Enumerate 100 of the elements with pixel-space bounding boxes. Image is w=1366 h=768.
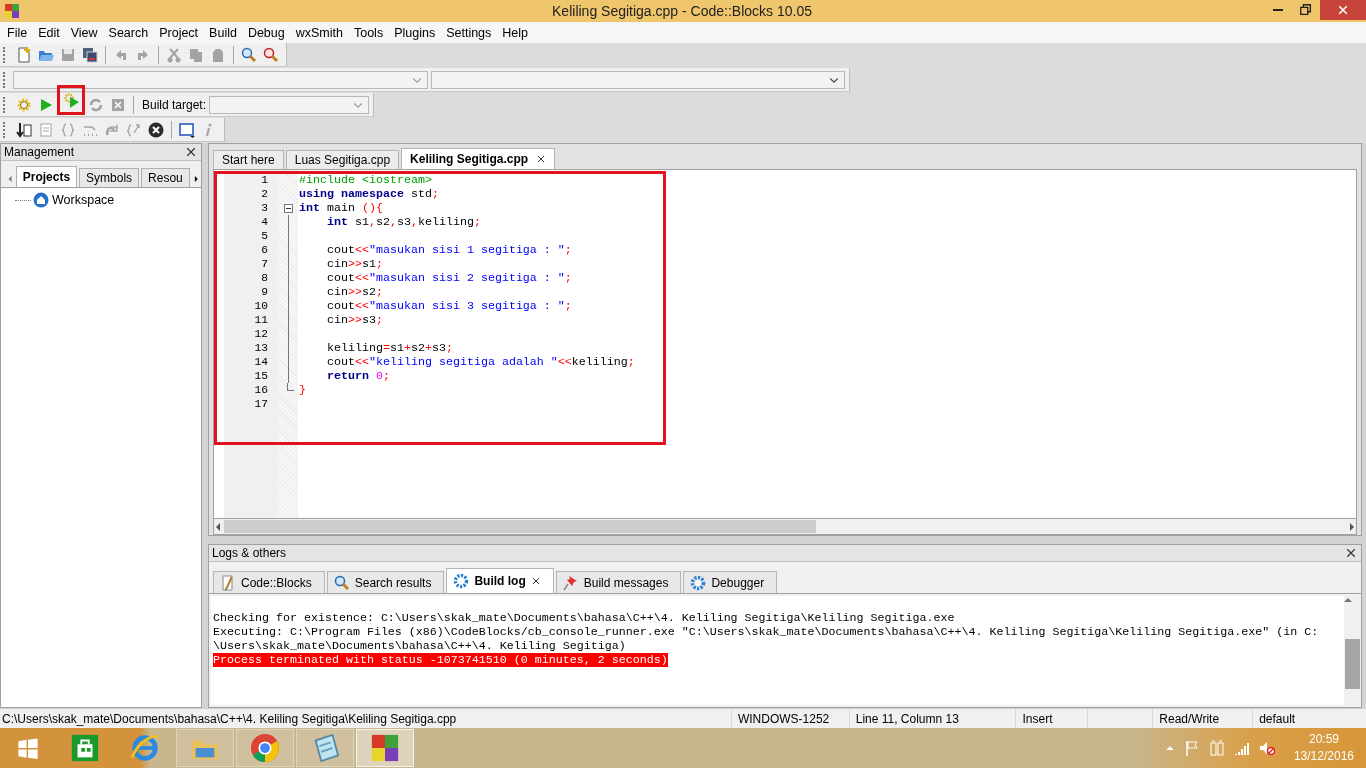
browser-icon xyxy=(250,733,280,763)
code-line: int main (){ xyxy=(299,201,384,215)
tab[interactable]: Keliling Segitiga.cpp xyxy=(401,148,556,169)
search-icon xyxy=(333,574,350,591)
line-number: 14 xyxy=(253,355,268,369)
line-number: 6 xyxy=(260,243,268,257)
tab[interactable]: Debugger xyxy=(683,571,778,593)
window-icon[interactable] xyxy=(179,121,195,138)
arrow-page-icon[interactable] xyxy=(16,121,32,138)
taskbar-button[interactable] xyxy=(296,729,354,767)
line-number: 12 xyxy=(253,327,268,341)
windows-logo-icon[interactable] xyxy=(17,737,39,759)
menu-item[interactable]: Debug xyxy=(242,25,291,40)
tab[interactable]: Symbols xyxy=(79,168,140,187)
menu-item[interactable]: Tools xyxy=(348,25,390,40)
gear-icon[interactable] xyxy=(16,96,32,113)
code-line: cin>>s2; xyxy=(326,285,384,299)
code-line: keliling=s1+s2+s3; xyxy=(326,341,454,355)
clock-date: 13/12/2016 xyxy=(1293,748,1354,765)
line-number: 17 xyxy=(253,397,268,411)
save-all-icon[interactable] xyxy=(82,46,98,63)
restore-icon xyxy=(1299,3,1313,17)
line-number: 9 xyxy=(260,285,268,299)
search-icon[interactable] xyxy=(241,46,257,63)
shopping-bag-icon xyxy=(70,733,100,763)
speaker-muted-icon[interactable] xyxy=(1258,740,1275,756)
tab[interactable]: Code::Blocks xyxy=(213,571,325,593)
tab[interactable]: Start here xyxy=(213,150,284,169)
menu-item[interactable]: Edit xyxy=(33,25,66,40)
flag-icon[interactable] xyxy=(1183,740,1200,756)
menu-item[interactable]: File xyxy=(2,25,34,40)
tab[interactable]: Build log xyxy=(446,568,554,593)
up-arrow-icon[interactable] xyxy=(1344,596,1352,604)
menu-item[interactable]: Help xyxy=(497,25,535,40)
code-line: cin>>s3; xyxy=(326,313,384,327)
line-number: 5 xyxy=(260,229,268,243)
dropdown[interactable] xyxy=(13,70,429,89)
line-number: 1 xyxy=(260,173,268,187)
close-icon[interactable] xyxy=(1345,547,1357,559)
tab[interactable]: Resou xyxy=(141,168,190,187)
menu-item[interactable]: Search xyxy=(103,25,155,40)
taskbar-button[interactable] xyxy=(236,729,294,767)
code-line: } xyxy=(299,383,307,397)
pushpin-icon xyxy=(562,574,579,591)
code-line: cout<<"keliling segitiga adalah "<<keliling; xyxy=(326,355,636,369)
dropdown[interactable] xyxy=(431,70,845,89)
menu-item[interactable]: wxSmith xyxy=(290,25,349,40)
tab[interactable]: Luas Segitiga.cpp xyxy=(285,150,400,169)
minimize-icon xyxy=(1273,9,1283,11)
close-icon[interactable] xyxy=(530,576,541,586)
house-icon xyxy=(33,192,49,208)
replace-icon[interactable] xyxy=(263,46,279,63)
stop-circle-icon[interactable] xyxy=(148,121,164,138)
globe-icon xyxy=(130,733,160,763)
tab[interactable]: Search results xyxy=(326,571,445,593)
gear-play-icon[interactable] xyxy=(63,92,79,108)
log-line: Executing: C:\Program Files (x86)\CodeBlocks/cb_console_runner.exe "C:\Users\skak_mate\Documents\bahasa\C++\4. Keliling Segitiga\Keliling Segitiga.exe" (in C: xyxy=(213,625,1319,639)
code-line: return 0; xyxy=(326,369,391,383)
new-file-icon[interactable] xyxy=(16,46,32,63)
menu-item[interactable]: Project xyxy=(154,25,205,40)
line-number: 3 xyxy=(260,201,268,215)
clock-time: 20:59 xyxy=(1308,731,1339,748)
window-title: Keliling Segitiga.cpp - Code::Blocks 10.05 xyxy=(551,3,813,19)
signal-icon[interactable] xyxy=(1233,740,1250,756)
close-icon xyxy=(1337,4,1349,16)
line-number: 10 xyxy=(253,299,268,313)
log-line: \Users\skak_mate\Documents\bahasa\C++\4. Keliling Segitiga) xyxy=(213,639,626,653)
pencil-icon xyxy=(220,574,236,591)
code-line: #include <iostream> xyxy=(299,173,433,187)
tab[interactable]: Build messages xyxy=(555,571,682,593)
code-line: cout<<"masukan sisi 2 segitiga : "; xyxy=(326,271,573,285)
gear-icon xyxy=(453,573,470,589)
taskbar-button[interactable] xyxy=(356,729,414,767)
scrollbar[interactable] xyxy=(1344,596,1361,705)
code-line: cout<<"masukan sisi 3 segitiga : "; xyxy=(326,299,573,313)
line-number: 8 xyxy=(260,271,268,285)
menu-item[interactable]: Settings xyxy=(441,25,498,40)
battery-icon[interactable] xyxy=(1208,740,1225,756)
file-path: C:\Users\skak_mate\Documents\bahasa\C++\4. Keliling Segitiga\Keliling Segitiga.cpp xyxy=(1,711,458,726)
line-number: 4 xyxy=(260,215,268,229)
line-number: 7 xyxy=(260,257,268,271)
menu-item[interactable]: Plugins xyxy=(389,25,442,40)
panel-title: Logs & others xyxy=(212,546,287,560)
scrollbar[interactable] xyxy=(213,519,1357,535)
code-line: int s1,s2,s3,keliling; xyxy=(326,215,482,229)
collapse-icon[interactable] xyxy=(283,204,293,213)
line-number: 13 xyxy=(253,341,268,355)
right-arrow-icon[interactable] xyxy=(1348,522,1356,531)
code-line: using namespace std; xyxy=(299,187,440,201)
code-line: cout<<"masukan sisi 1 segitiga : "; xyxy=(326,243,573,257)
left-arrow-icon[interactable] xyxy=(214,522,222,531)
tab[interactable]: Projects xyxy=(15,166,78,187)
build-target-dropdown[interactable] xyxy=(209,95,370,114)
menu-item[interactable]: Build xyxy=(204,25,243,40)
play-icon[interactable] xyxy=(38,96,54,113)
tree-item[interactable]: Workspace xyxy=(52,193,115,207)
menu-item[interactable]: View xyxy=(65,25,104,40)
close-icon[interactable] xyxy=(536,154,547,164)
close-icon[interactable] xyxy=(185,146,197,158)
log-line: Checking for existence: C:\Users\skak_mate\Documents\bahasa\C++\4. Keliling Segitiga\Keliling Segitiga.exe xyxy=(213,611,955,625)
